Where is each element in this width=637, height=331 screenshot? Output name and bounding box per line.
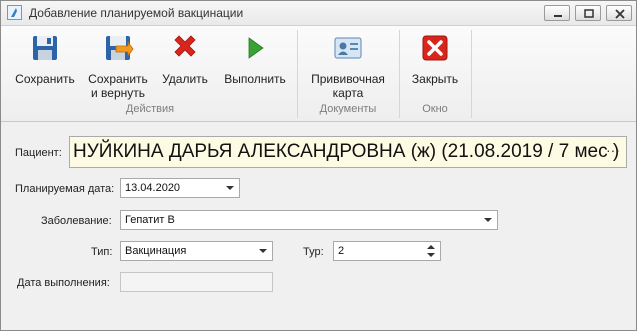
close-label: Закрыть bbox=[411, 72, 459, 86]
disease-select[interactable]: Гепатит В bbox=[120, 210, 498, 230]
done-date-field bbox=[120, 272, 273, 292]
execute-label: Выполнить bbox=[224, 72, 286, 86]
delete-label: Удалить bbox=[162, 72, 208, 86]
ribbon-toolbar: Сохранить Сохранить и вернуть Удалить Вы… bbox=[1, 26, 636, 122]
type-value: Вакцинация bbox=[125, 245, 187, 257]
maximize-icon bbox=[584, 9, 594, 18]
execute-button[interactable]: Выполнить bbox=[219, 26, 291, 100]
patient-label: Пациент: bbox=[15, 147, 62, 159]
save-and-return-label-line2: и вернуть bbox=[91, 86, 145, 100]
save-icon bbox=[33, 36, 57, 60]
ribbon-separator bbox=[471, 30, 472, 118]
disease-value: Гепатит В bbox=[125, 214, 175, 226]
tour-spinner[interactable]: 2 bbox=[333, 241, 441, 261]
dropdown-arrow-icon[interactable] bbox=[484, 218, 492, 222]
app-logo-icon bbox=[7, 5, 22, 20]
tour-value: 2 bbox=[338, 245, 345, 257]
delete-icon bbox=[174, 35, 196, 57]
close-button[interactable]: Закрыть bbox=[403, 26, 467, 100]
window-close-button[interactable] bbox=[606, 5, 632, 21]
vaccination-card-label-line2: карта bbox=[332, 86, 364, 100]
patient-lookup-button[interactable]: ··· bbox=[606, 142, 620, 158]
planned-date-picker[interactable]: 13.04.2020 bbox=[120, 178, 240, 198]
ribbon-separator bbox=[297, 30, 298, 118]
save-and-return-label: Сохранить и вернуть bbox=[83, 72, 153, 100]
save-and-return-button[interactable]: Сохранить и вернуть bbox=[83, 26, 153, 100]
save-and-return-label-line1: Сохранить bbox=[88, 72, 148, 86]
x-icon bbox=[615, 9, 625, 19]
patient-value: НУЙКИНА ДАРЬЯ АЛЕКСАНДРОВНА (ж) (21.08.2… bbox=[73, 141, 620, 162]
planned-date-label: Планируемая дата: bbox=[15, 183, 115, 195]
dropdown-arrow-icon[interactable] bbox=[226, 186, 234, 190]
play-icon bbox=[248, 37, 264, 59]
save-button[interactable]: Сохранить bbox=[9, 26, 81, 100]
patient-field[interactable]: НУЙКИНА ДАРЬЯ АЛЕКСАНДРОВНА (ж) (21.08.2… bbox=[69, 136, 627, 168]
dropdown-arrow-icon[interactable] bbox=[259, 249, 267, 253]
disease-label: Заболевание: bbox=[41, 215, 112, 227]
minimize-icon bbox=[554, 15, 562, 17]
spin-down-icon[interactable] bbox=[427, 253, 435, 257]
vaccination-card-icon bbox=[334, 37, 362, 59]
planned-date-value: 13.04.2020 bbox=[125, 182, 181, 194]
spin-up-icon[interactable] bbox=[427, 245, 435, 249]
tour-label: Тур: bbox=[303, 246, 324, 258]
type-select[interactable]: Вакцинация bbox=[120, 241, 273, 261]
vaccination-form: Пациент: НУЙКИНА ДАРЬЯ АЛЕКСАНДРОВНА (ж)… bbox=[1, 122, 636, 330]
type-label: Тип: bbox=[91, 246, 113, 258]
title-bar[interactable]: Добавление планируемой вакцинации bbox=[1, 1, 636, 26]
delete-button[interactable]: Удалить bbox=[157, 26, 213, 100]
group-actions-label: Действия bbox=[125, 103, 175, 115]
window-title: Добавление планируемой вакцинации bbox=[29, 6, 244, 20]
maximize-button[interactable] bbox=[575, 5, 601, 21]
save-label: Сохранить bbox=[15, 72, 75, 86]
save-and-return-icon bbox=[106, 36, 134, 60]
close-icon bbox=[422, 35, 448, 61]
vaccination-card-label-line1: Прививочная bbox=[311, 72, 385, 86]
dialog-window: Добавление планируемой вакцинации Сохран… bbox=[0, 0, 637, 331]
group-window-label: Окно bbox=[422, 103, 448, 115]
vaccination-card-button[interactable]: Прививочная карта bbox=[301, 26, 395, 100]
ribbon-separator bbox=[399, 30, 400, 118]
minimize-button[interactable] bbox=[544, 5, 570, 21]
done-date-label: Дата выполнения: bbox=[17, 277, 110, 289]
group-documents-label: Документы bbox=[319, 103, 377, 115]
vaccination-card-label: Прививочная карта bbox=[301, 72, 395, 100]
